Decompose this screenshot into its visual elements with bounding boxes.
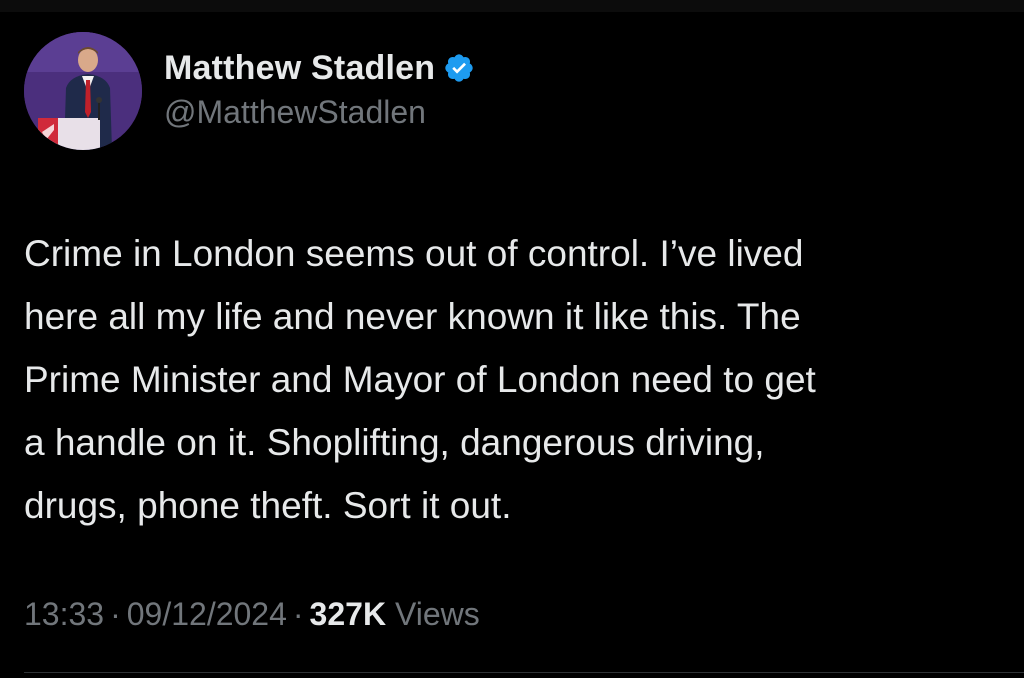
tweet-date[interactable]: 09/12/2024 [127,596,287,632]
verified-badge-icon [443,52,475,84]
meta-separator: · [110,596,121,632]
author-display-name[interactable]: Matthew Stadlen [164,49,435,88]
name-row: Matthew Stadlen [164,46,475,90]
views-label[interactable]: Views [395,596,480,632]
author-block: Matthew Stadlen @MatthewStadlen [164,46,475,131]
avatar-photo [24,32,142,150]
bottom-divider [24,672,1024,673]
tweet-meta: 13:33 · 09/12/2024 · 327K Views [24,596,480,633]
tweet-time[interactable]: 13:33 [24,596,104,632]
avatar[interactable] [24,32,142,150]
tweet-card: Matthew Stadlen @MatthewStadlen Crime in… [0,0,1024,678]
meta-separator: · [292,596,304,632]
top-edge [0,0,1024,12]
tweet-text: Crime in London seems out of control. I’… [24,233,816,526]
author-handle[interactable]: @MatthewStadlen [164,94,475,131]
views-count[interactable]: 327K [310,596,387,632]
